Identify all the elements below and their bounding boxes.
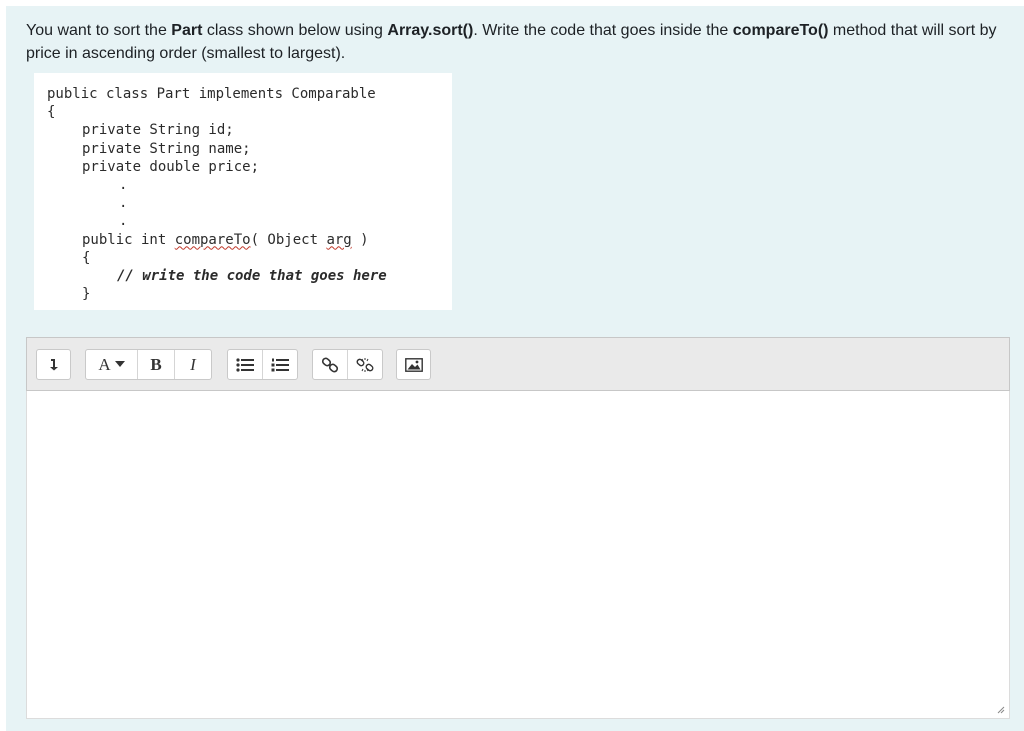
expand-toolbar-button[interactable] [37,350,70,379]
image-icon [404,357,423,372]
unlink-button[interactable] [348,350,382,379]
toolbar-group-text: A B I [85,349,212,380]
code-line-method-signature: public int compareTo( Object arg ) [47,231,387,249]
resize-handle-icon[interactable] [997,706,1005,714]
code-line: { [82,249,91,266]
unordered-list-button[interactable] [228,350,263,379]
unordered-list-icon [236,357,254,372]
code-line: private String id; [82,122,234,139]
ordered-list-button[interactable] [263,350,297,379]
code-block: public class Part implements Comparable {… [47,85,387,303]
link-icon [321,357,339,372]
answer-editor-area[interactable] [26,391,1010,719]
prompt-part: class shown below using [202,22,388,39]
arrow-down-icon [49,359,58,371]
prompt-part-bold: Part [171,22,203,39]
prompt-part: . Write the code that goes inside the [473,22,733,39]
answer-editor-content[interactable] [27,391,1009,407]
ordered-list-icon [271,358,289,371]
font-style-label: A [98,354,111,374]
caret-down-icon [114,361,125,367]
insert-image-button[interactable] [397,350,430,379]
code-line: private String name; [82,140,251,157]
toolbar-group-lists [227,349,298,380]
code-line: } [82,286,91,303]
prompt-part-bold: Array.sort() [387,22,474,39]
code-ellipsis-dot: . [119,195,128,212]
toolbar-group-media [396,349,431,380]
italic-button[interactable]: I [175,350,211,379]
code-token: ) [351,231,369,248]
code-line: private double price; [82,158,260,175]
code-token: public int [82,231,175,248]
code-line: { [47,104,56,121]
italic-label: I [190,354,196,374]
toolbar-group-expand [36,349,71,380]
editor-toolbar: A B I [26,337,1010,391]
question-prompt: You want to sort the Part class shown be… [26,19,1006,65]
unlink-icon [356,357,374,372]
link-button[interactable] [313,350,348,379]
code-token: ( Object [250,231,327,248]
toolbar-group-links [312,349,383,380]
code-comment: // write the code that goes here [117,267,387,284]
prompt-part: You want to sort the [26,22,172,39]
font-style-button[interactable]: A [86,350,138,379]
code-snippet-image: public class Part implements Comparable {… [34,73,452,310]
code-ellipsis-dot: . [119,213,128,230]
code-ellipsis-dot: . [119,176,128,193]
code-token-method: compareTo [174,231,251,248]
code-token-arg: arg [326,231,352,248]
question-panel: You want to sort the Part class shown be… [6,6,1024,731]
code-line: public class Part implements Comparable [47,86,376,102]
bold-label: B [150,354,162,374]
bold-button[interactable]: B [138,350,175,379]
prompt-part-bold: compareTo() [732,22,829,39]
